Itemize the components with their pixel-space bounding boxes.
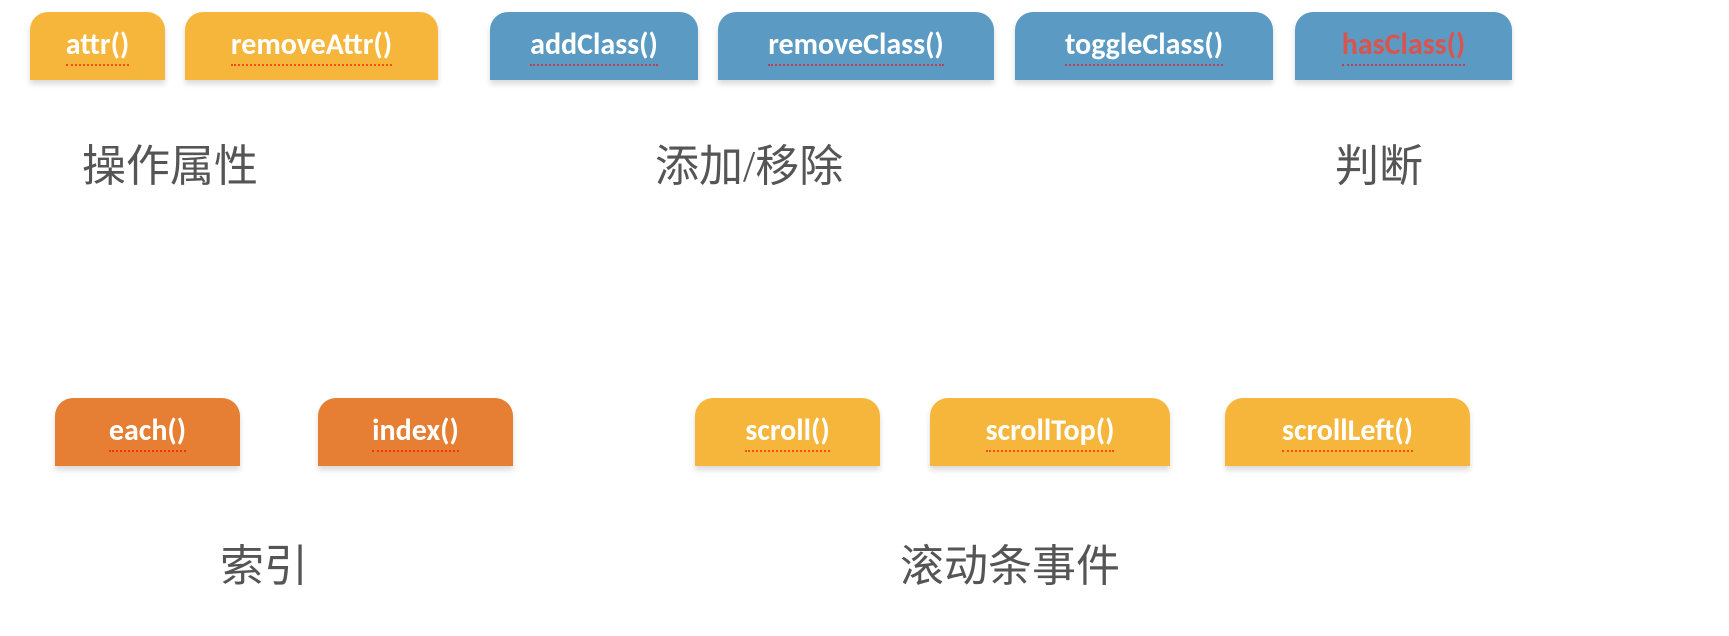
method-label: scroll() xyxy=(745,412,829,452)
method-label: toggleClass() xyxy=(1065,26,1223,66)
method-tag: addClass() xyxy=(490,12,698,80)
method-tag: removeClass() xyxy=(718,12,994,80)
method-tag: each() xyxy=(55,398,240,466)
method-tag: index() xyxy=(318,398,513,466)
method-label: index() xyxy=(372,412,459,452)
method-tag: scrollTop() xyxy=(930,398,1170,466)
method-tag: scrollLeft() xyxy=(1225,398,1470,466)
method-label: each() xyxy=(109,412,186,452)
group-caption: 索引 xyxy=(220,530,308,594)
method-label: attr() xyxy=(66,26,130,66)
method-label: hasClass() xyxy=(1342,26,1466,66)
method-tag: scroll() xyxy=(695,398,880,466)
method-tag: toggleClass() xyxy=(1015,12,1273,80)
method-label: addClass() xyxy=(530,26,658,66)
group-caption: 添加/移除 xyxy=(655,130,843,194)
method-label: removeClass() xyxy=(768,26,944,66)
method-label: removeAttr() xyxy=(231,26,392,66)
group-caption: 判断 xyxy=(1335,130,1423,194)
group-caption: 滚动条事件 xyxy=(900,530,1120,594)
method-label: scrollTop() xyxy=(986,412,1115,452)
group-caption: 操作属性 xyxy=(82,130,258,194)
method-tag: hasClass() xyxy=(1295,12,1512,80)
method-tag: removeAttr() xyxy=(185,12,438,80)
method-label: scrollLeft() xyxy=(1282,412,1413,452)
method-tag: attr() xyxy=(30,12,165,80)
